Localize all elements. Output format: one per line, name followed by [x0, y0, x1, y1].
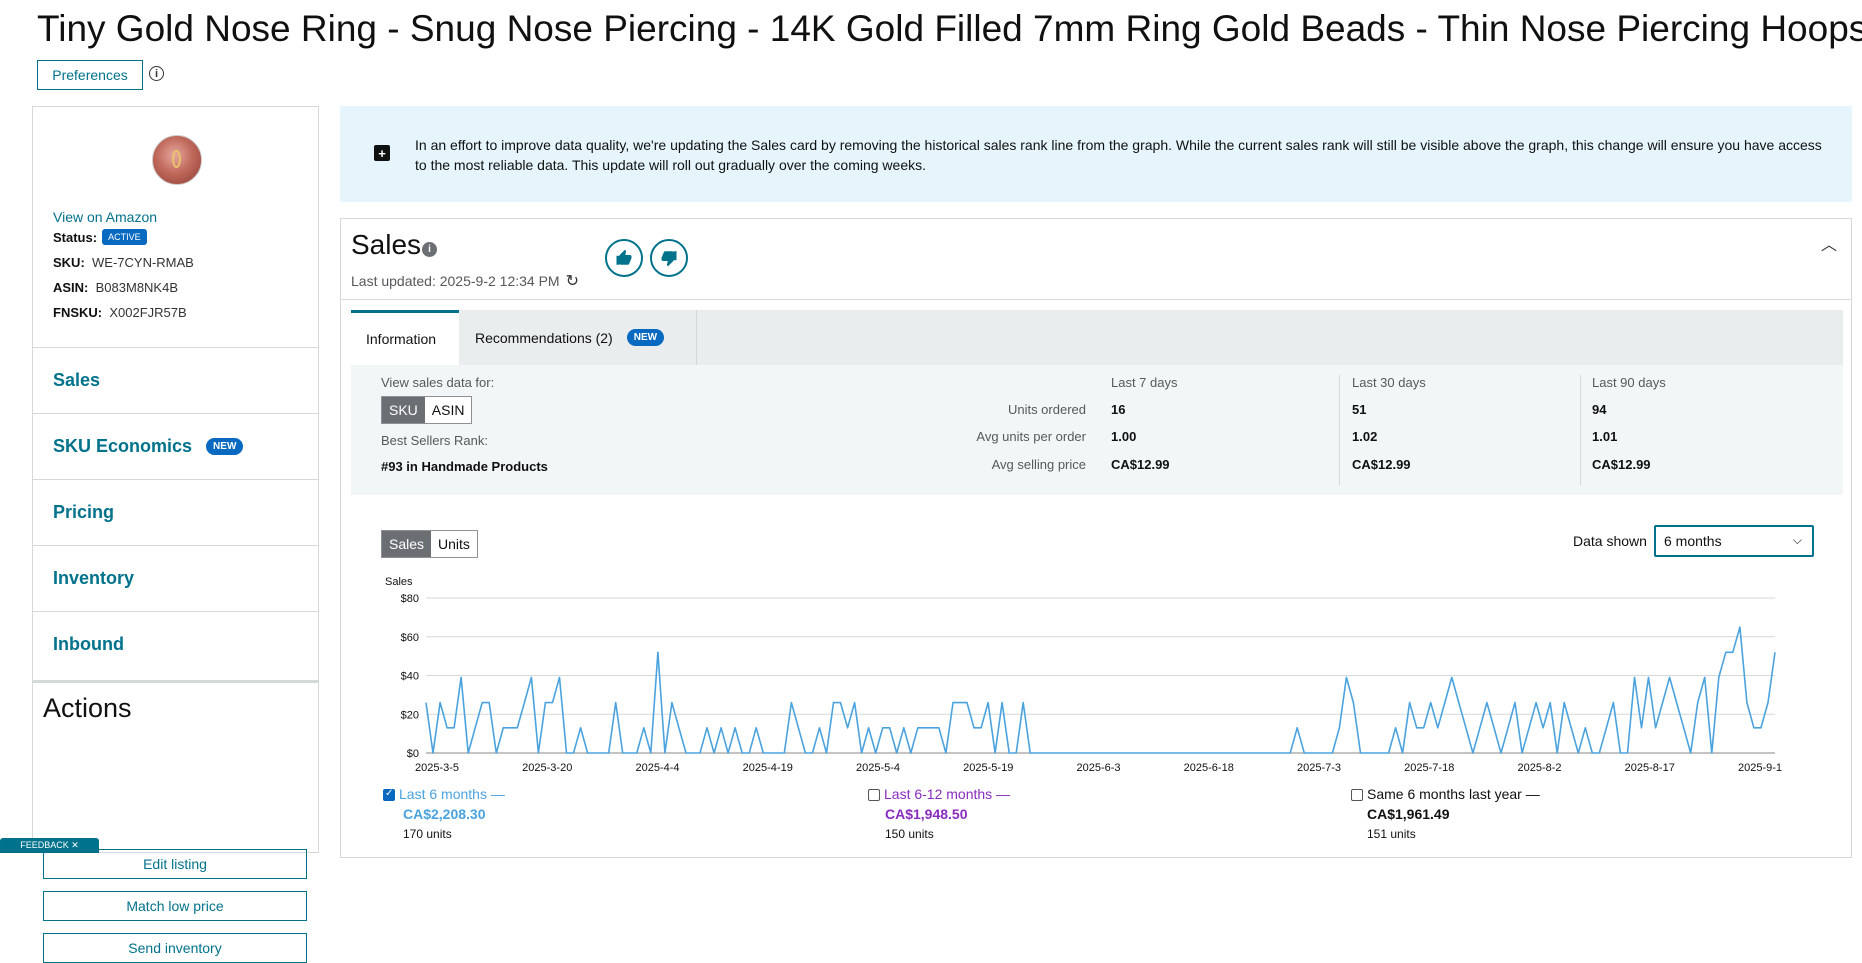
legend-amount: CA$2,208.30	[403, 806, 486, 822]
x-tick-label: 2025-6-3	[1076, 762, 1120, 774]
y-tick-label: $40	[401, 671, 419, 683]
x-tick-label: 2025-9-1	[1738, 762, 1782, 774]
sidebar-item-label: Inventory	[53, 567, 135, 588]
status-row: Status: ACTIVE	[53, 229, 147, 245]
sidebar-item-label: SKU Economics	[53, 435, 193, 456]
sku-label: SKU:	[53, 255, 85, 270]
sidebar-item-inbound[interactable]: Inbound	[33, 611, 318, 676]
sidebar-item-label: Pricing	[53, 501, 115, 522]
announcement-icon: +	[374, 145, 390, 161]
sidebar-item-pricing[interactable]: Pricing	[33, 479, 318, 544]
actions-title: Actions	[43, 693, 132, 723]
x-tick-label: 2025-5-4	[856, 762, 900, 774]
fnsku-value: X002FJR57B	[109, 305, 187, 320]
product-thumbnail	[152, 135, 202, 185]
asin-row: ASIN: B083M8NK4B	[53, 280, 178, 295]
asin-label: ASIN:	[53, 280, 89, 295]
y-tick-label: $20	[401, 709, 419, 721]
sku-row: SKU: WE-7CYN-RMAB	[53, 255, 194, 270]
data-quality-notice: + In an effort to improve data quality, …	[340, 106, 1852, 202]
sales-line-chart: Sales $0 $20 $40 $60 $80 2025-3-5 2025-3-20 2025…	[385, 576, 1782, 774]
series-line-last-6-months	[425, 626, 1776, 754]
legend-item-same-6-months-last-year[interactable]: Same 6 months last year —	[1351, 786, 1540, 802]
checkbox[interactable]	[868, 789, 880, 801]
legend-units: 150 units	[885, 827, 934, 841]
asin-value: B083M8NK4B	[95, 280, 179, 295]
checkbox[interactable]	[1351, 789, 1363, 801]
sidebar-item-label: Inbound	[53, 633, 124, 654]
legend-units: 151 units	[1367, 827, 1416, 841]
match-low-price-button[interactable]: Match low price	[43, 891, 307, 921]
legend-label: Last 6 months	[399, 786, 487, 802]
x-tick-label: 2025-8-17	[1625, 762, 1675, 774]
sku-value: WE-7CYN-RMAB	[92, 255, 194, 270]
x-tick-label: 2025-6-18	[1184, 762, 1234, 774]
send-inventory-button[interactable]: Send inventory	[43, 933, 307, 963]
status-badge: ACTIVE	[102, 229, 147, 245]
info-icon[interactable]: i	[149, 66, 164, 81]
x-tick-label: 2025-8-2	[1517, 762, 1561, 774]
x-tick-label: 2025-3-20	[522, 762, 572, 774]
fnsku-row: FNSKU: X002FJR57B	[53, 305, 187, 320]
y-axis-label: Sales	[385, 576, 413, 588]
new-badge: NEW	[206, 437, 244, 455]
legend-label: Same 6 months last year	[1367, 786, 1522, 802]
notice-text: In an effort to improve data quality, we…	[415, 137, 1822, 173]
actions-panel: Actions Edit listing Match low price Sen…	[33, 680, 318, 963]
fnsku-label: FNSKU:	[53, 305, 103, 320]
sidebar-item-label: Sales	[53, 369, 101, 390]
product-title: Tiny Gold Nose Ring - Snug Nose Piercing…	[37, 8, 1862, 49]
view-on-amazon-link[interactable]: View on Amazon	[53, 209, 157, 225]
legend-item-last-6-months[interactable]: Last 6 months —	[383, 786, 505, 802]
x-tick-label: 2025-7-3	[1297, 762, 1341, 774]
y-tick-label: $0	[407, 748, 419, 760]
x-tick-label: 2025-5-19	[963, 762, 1013, 774]
x-tick-label: 2025-7-18	[1404, 762, 1454, 774]
x-tick-label: 2025-4-4	[635, 762, 679, 774]
edit-listing-button[interactable]: Edit listing	[43, 849, 307, 879]
feedback-button[interactable]: FEEDBACK ✕	[0, 838, 99, 853]
legend-amount: CA$1,948.50	[885, 806, 968, 822]
legend-units: 170 units	[403, 827, 452, 841]
sidebar: View on Amazon Status: ACTIVE SKU: WE-7CY…	[32, 106, 319, 963]
x-tick-label: 2025-3-5	[415, 762, 459, 774]
preferences-button[interactable]: Preferences	[37, 60, 143, 90]
legend-label: Last 6-12 months	[884, 786, 993, 802]
status-label: Status:	[53, 230, 98, 245]
sidebar-item-sales[interactable]: Sales	[33, 347, 318, 412]
x-tick-label: 2025-4-19	[743, 762, 793, 774]
checkbox[interactable]	[383, 788, 395, 801]
legend-amount: CA$1,961.49	[1367, 806, 1450, 822]
y-tick-label: $60	[401, 632, 419, 644]
y-tick-label: $80	[401, 593, 419, 605]
legend-item-last-6-12-months[interactable]: Last 6-12 months —	[868, 786, 1010, 802]
sidebar-item-inventory[interactable]: Inventory	[33, 545, 318, 610]
sales-card: Sales i Last updated: 2025-9-2 12:34 PM ↻…	[340, 218, 1852, 858]
sidebar-item-sku-economics[interactable]: SKU Economics NEW	[33, 413, 318, 478]
